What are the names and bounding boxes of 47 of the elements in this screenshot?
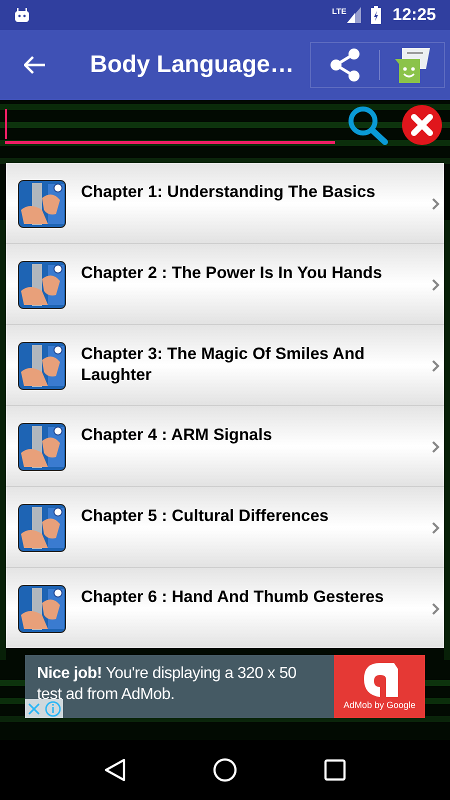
- chapter-row[interactable]: Chapter 4 : ARM Signals: [6, 406, 444, 486]
- chapter-thumbnail-icon: [18, 423, 66, 471]
- ad-brand-text: AdMob by Google: [343, 698, 416, 712]
- search-icon: [347, 105, 389, 145]
- chevron-icon: [432, 198, 440, 210]
- back-arrow-icon: [24, 56, 46, 74]
- network-type: LTE: [332, 6, 347, 18]
- chapter-thumbnail-icon: [18, 585, 66, 633]
- battery-icon: [370, 6, 381, 24]
- chapter-title: Chapter 4 : ARM Signals: [81, 425, 273, 446]
- ad-text: Nice job! You're displaying a 320 x 50 test ad from AdMob.: [37, 664, 298, 705]
- home-icon: [212, 758, 237, 782]
- home-nav-button[interactable]: [212, 758, 237, 782]
- chapter-row[interactable]: Chapter 6 : Hand And Thumb Gesteres: [6, 568, 444, 648]
- signal-icon: [346, 7, 361, 23]
- chapter-title: Chapter 5 : Cultural Differences: [81, 506, 330, 527]
- chevron-icon: [432, 602, 440, 614]
- back-nav-button[interactable]: [104, 758, 126, 782]
- android-notification-icon: [14, 7, 30, 23]
- chapter-row[interactable]: Chapter 2 : The Power Is In You Hands: [6, 244, 444, 324]
- chapter-row[interactable]: Chapter 5 : Cultural Differences: [6, 487, 444, 567]
- toolbar-title: Body Language…: [90, 50, 294, 80]
- search-field[interactable]: [5, 106, 335, 144]
- message-icon: [393, 45, 431, 85]
- chapter-row[interactable]: Chapter 1: Understanding The Basics: [6, 163, 444, 243]
- chapter-title: Chapter 6 : Hand And Thumb Gesteres: [81, 587, 385, 608]
- chapter-row[interactable]: Chapter 3: The Magic Of Smiles And Laughter: [6, 325, 444, 405]
- chapter-title: Chapter 1: Understanding The Basics: [81, 182, 376, 203]
- chevron-icon: [432, 440, 440, 452]
- info-icon: [43, 699, 63, 718]
- back-icon: [104, 758, 126, 782]
- chevron-icon: [432, 278, 440, 290]
- chapter-title: Chapter 3: The Magic Of Smiles And Laughter: [81, 344, 366, 386]
- share-icon: [329, 48, 361, 82]
- chapter-thumbnail-icon: [18, 504, 66, 552]
- ad-banner[interactable]: Nice job! You're displaying a 320 x 50 test ad from AdMob.: [25, 655, 334, 718]
- chapter-thumbnail-icon: [18, 261, 66, 309]
- chevron-icon: [432, 360, 440, 372]
- close-button[interactable]: [399, 102, 445, 148]
- recents-icon: [324, 759, 346, 781]
- chapter-thumbnail-icon: [18, 180, 66, 228]
- close-icon: [401, 104, 443, 146]
- chapter-thumbnail-icon: [18, 342, 66, 390]
- clock-time: 12:25: [392, 4, 436, 26]
- recents-nav-button[interactable]: [324, 759, 346, 781]
- chapter-title: Chapter 2 : The Power Is In You Hands: [81, 263, 384, 284]
- chevron-icon: [432, 522, 440, 534]
